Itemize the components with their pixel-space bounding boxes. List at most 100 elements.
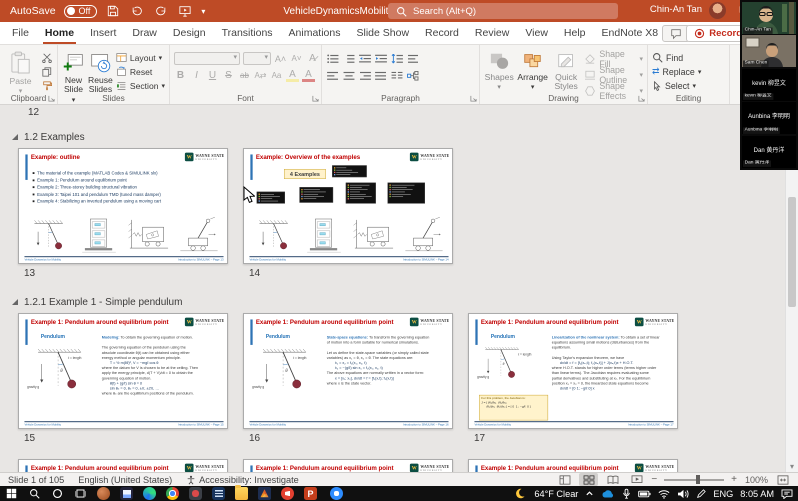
bold-button[interactable]: B — [174, 69, 187, 82]
pen-icon[interactable] — [696, 489, 706, 499]
convert-smartart-button[interactable] — [406, 69, 419, 82]
clock[interactable]: 8:05 AM — [740, 489, 774, 499]
strikethrough-button[interactable]: S — [222, 69, 235, 82]
tab-draw[interactable]: Draw — [124, 22, 165, 44]
weather-status[interactable]: 64°F Clear — [534, 489, 578, 499]
tab-design[interactable]: Design — [165, 22, 214, 44]
shape-fill-button[interactable]: Shape Fill▾ — [584, 52, 643, 65]
slide-thumbnail-17[interactable]: Example 1: Pendulum around equilibrium p… — [468, 313, 678, 429]
undo-icon[interactable] — [129, 3, 145, 19]
text-shadow-button[interactable]: ab — [238, 69, 251, 82]
video-chat-app-icon[interactable] — [322, 486, 345, 501]
character-spacing-button[interactable]: A⇄ — [254, 69, 267, 82]
cortana-button[interactable] — [46, 486, 69, 501]
grow-font-button[interactable]: A˄ — [274, 52, 287, 65]
tab-slide-show[interactable]: Slide Show — [349, 22, 418, 44]
participant-tile[interactable]: Dan 黄丹洋Dan 黄丹洋 — [742, 136, 796, 168]
shape-outline-button[interactable]: Shape Outline▾ — [584, 68, 643, 81]
cut-icon[interactable] — [40, 52, 53, 63]
font-dialog-launcher-icon[interactable] — [312, 95, 319, 102]
quick-styles-button[interactable]: Quick Styles — [551, 48, 581, 91]
redo-icon[interactable] — [153, 3, 169, 19]
chat-app-icon[interactable] — [92, 486, 115, 501]
section-header[interactable]: 1.2 Examples — [12, 129, 85, 145]
slide-thumbnail-14[interactable]: Example: Overview of the examplesWWAYNE … — [243, 148, 453, 264]
clipboard-dialog-launcher-icon[interactable] — [48, 95, 55, 102]
file-explorer-icon[interactable] — [230, 486, 253, 501]
justify-button[interactable] — [374, 69, 387, 82]
indent-decrease-button[interactable] — [358, 52, 371, 65]
taskbar-search-button[interactable] — [23, 486, 46, 501]
onedrive-icon[interactable] — [601, 489, 615, 499]
search-box[interactable]: Search (Alt+Q) — [388, 3, 618, 19]
font-size-select[interactable] — [243, 52, 271, 65]
italic-button[interactable]: I — [190, 69, 203, 82]
slide-thumbnail-18[interactable]: Example 1: Pendulum around equilibrium p… — [18, 459, 228, 472]
tab-endnote-x8[interactable]: EndNote X8 — [594, 22, 667, 44]
numbering-button[interactable] — [342, 52, 355, 65]
align-left-button[interactable] — [326, 69, 339, 82]
save-icon[interactable] — [105, 3, 121, 19]
clear-formatting-button[interactable]: A̷ — [306, 52, 319, 65]
weather-moon-icon[interactable] — [515, 488, 527, 500]
action-center-icon[interactable] — [781, 489, 793, 499]
document-app-icon[interactable] — [207, 486, 230, 501]
tab-view[interactable]: View — [517, 22, 556, 44]
shapes-button[interactable]: Shapes▾ — [484, 48, 514, 91]
layout-button[interactable]: Layout▾ — [116, 52, 165, 63]
tray-microphone-icon[interactable] — [622, 488, 631, 500]
slide-thumbnail-13[interactable]: Example: outlineWWAYNE STATEUNIVERSITYTh… — [18, 148, 228, 264]
tray-overflow-icon[interactable] — [585, 489, 594, 498]
section-collapse-icon[interactable] — [12, 299, 18, 305]
zoom-level[interactable]: 100% — [742, 475, 768, 485]
zoom-slider[interactable] — [664, 479, 724, 481]
slide-sorter-view-button[interactable] — [579, 473, 598, 486]
edge-icon[interactable] — [138, 486, 161, 501]
tab-review[interactable]: Review — [467, 22, 517, 44]
autosave-toggle[interactable]: Off — [64, 5, 98, 18]
task-view-button[interactable] — [69, 486, 92, 501]
section-button[interactable]: Section▾ — [116, 80, 165, 91]
change-case-button[interactable]: Aa — [270, 69, 283, 82]
align-right-button[interactable] — [358, 69, 371, 82]
replace-button[interactable]: ⇄Replace▾ — [652, 66, 701, 77]
section-header[interactable]: 1.2.1 Example 1 - Simple pendulum — [12, 294, 182, 310]
avatar[interactable] — [709, 2, 726, 19]
tab-transitions[interactable]: Transitions — [214, 22, 281, 44]
slide-thumbnail-19[interactable]: Example 1: Pendulum around equilibrium p… — [243, 459, 453, 472]
zoom-slider-thumb[interactable] — [696, 475, 700, 484]
drawing-dialog-launcher-icon[interactable] — [638, 95, 645, 102]
matlab-icon[interactable] — [253, 486, 276, 501]
format-painter-icon[interactable] — [40, 80, 53, 91]
find-button[interactable]: Find — [652, 52, 701, 63]
participant-tile[interactable]: kevin 柳昱文kevin 柳昱文 — [742, 69, 796, 101]
reading-view-button[interactable] — [603, 473, 622, 486]
meeting-app-icon[interactable] — [276, 486, 299, 501]
paragraph-dialog-launcher-icon[interactable] — [470, 95, 477, 102]
quick-access-caret-icon[interactable]: ▾ — [201, 7, 205, 16]
tab-help[interactable]: Help — [556, 22, 594, 44]
indent-increase-button[interactable] — [374, 52, 387, 65]
slideshow-view-button[interactable] — [627, 473, 646, 486]
arrange-button[interactable]: Arrange▾ — [517, 48, 548, 91]
underline-button[interactable]: U — [206, 69, 219, 82]
font-name-select[interactable] — [174, 52, 240, 65]
slide-thumbnail-16[interactable]: Example 1: Pendulum around equilibrium p… — [243, 313, 453, 429]
scrollbar-thumb[interactable] — [788, 197, 796, 307]
bullets-button[interactable] — [326, 52, 339, 65]
copy-icon[interactable] — [40, 66, 53, 77]
line-spacing-button[interactable] — [390, 52, 403, 65]
chrome-icon[interactable] — [161, 486, 184, 501]
volume-icon[interactable] — [677, 489, 689, 499]
tab-animations[interactable]: Animations — [281, 22, 349, 44]
fit-to-window-button[interactable] — [773, 473, 792, 486]
text-direction-button[interactable] — [406, 52, 419, 65]
highlight-color-button[interactable]: A — [286, 69, 299, 82]
participant-tile[interactable]: Chin-An Tan — [742, 2, 796, 34]
wifi-icon[interactable] — [658, 489, 670, 499]
zoom-out-button[interactable]: − — [651, 474, 657, 485]
participant-tile[interactable]: Sam Chen — [742, 35, 796, 67]
shrink-font-button[interactable]: A˅ — [290, 52, 303, 65]
tab-file[interactable]: File — [4, 22, 37, 44]
scrollbar-down-arrow-icon[interactable]: ▾ — [786, 462, 798, 471]
